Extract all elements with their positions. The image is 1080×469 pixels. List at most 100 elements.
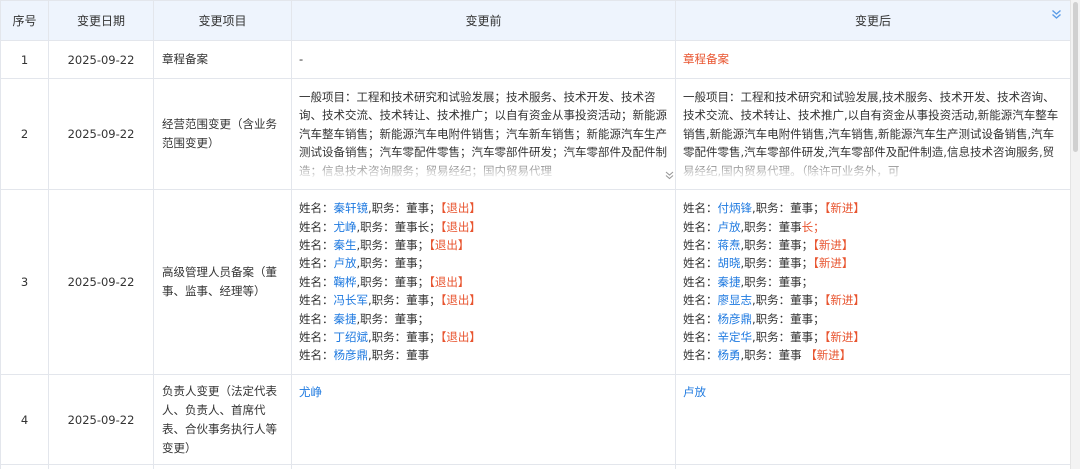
change-tag: 【新进】 bbox=[824, 330, 865, 345]
table-row: 2 2025-09-22 经营范围变更（含业务范围变更） 一般项目：工程和技术研… bbox=[0, 78, 1070, 190]
person-entry: 姓名：辛定华,职务：董事；【新进】 bbox=[683, 328, 1063, 346]
change-tag: 【退出】 bbox=[440, 330, 481, 345]
col-header-after: 变更后 bbox=[675, 0, 1070, 41]
person-role: ,职务：董事 bbox=[356, 237, 418, 252]
change-records-panel: 序号 变更日期 变更项目 变更前 变更后 1 2025-09-22 章程备案 -… bbox=[0, 0, 1070, 469]
person-role: ,职务：董事 bbox=[356, 311, 418, 326]
change-tag: 【新进】 bbox=[824, 201, 865, 216]
people-list-before: 姓名：秦轩镜,职务：董事；【退出】 姓名：尤峥,职务：董事长；【退出】 姓名：秦生,… bbox=[299, 199, 668, 365]
row-after: 一般项目：工程和技术研究和试验发展,技术服务、技术开发、技术咨询、技术交流、技术… bbox=[675, 78, 1070, 190]
person-name-link[interactable]: 丁绍斌 bbox=[334, 330, 369, 344]
person-prefix: 姓名： bbox=[683, 330, 718, 345]
row-index: 2 bbox=[0, 78, 49, 190]
person-role: ,职务：董事 bbox=[752, 330, 814, 345]
person-prefix: 姓名： bbox=[299, 311, 334, 326]
person-name-link[interactable]: 杨勇 bbox=[718, 348, 741, 362]
person-entry: 姓名：秦轩镜,职务：董事；【退出】 bbox=[299, 199, 668, 217]
col-header-before: 变更前 bbox=[291, 0, 676, 41]
table-row: 4 2025-09-22 负责人变更（法定代表人、负责人、首席代表、合伙事务执行… bbox=[0, 374, 1070, 465]
business-scope-after: 一般项目：工程和技术研究和试验发展,技术服务、技术开发、技术咨询、技术交流、技术… bbox=[683, 88, 1063, 180]
person-prefix: 姓名： bbox=[683, 219, 718, 234]
person-role: ,职务：董事 bbox=[368, 348, 430, 363]
person-name-link[interactable]: 辛定华 bbox=[718, 330, 753, 344]
person-entry: 姓名：尤峥,职务：董事长；【退出】 bbox=[299, 218, 668, 236]
person-name-link[interactable]: 卢放 bbox=[334, 256, 357, 270]
table-row bbox=[0, 464, 1070, 469]
person-prefix: 姓名： bbox=[299, 256, 334, 271]
person-name-link[interactable]: 卢放 bbox=[718, 220, 741, 234]
person-role: ,职务：董事 bbox=[740, 348, 802, 363]
person-separator: ； bbox=[801, 274, 814, 289]
person-separator: ； bbox=[813, 330, 825, 345]
person-name-link[interactable]: 冯长军 bbox=[334, 293, 369, 307]
row-before: 姓名：秦轩镜,职务：董事；【退出】 姓名：尤峥,职务：董事长；【退出】 姓名：秦生,… bbox=[291, 189, 676, 375]
row-after: 章程备案 bbox=[675, 40, 1070, 79]
person-name-link[interactable]: 蒋焘 bbox=[718, 238, 741, 252]
table-row: 1 2025-09-22 章程备案 - 章程备案 bbox=[0, 40, 1070, 79]
person-name-link[interactable]: 廖显志 bbox=[718, 293, 753, 307]
person-prefix: 姓名： bbox=[683, 256, 718, 271]
person-separator: ； bbox=[417, 237, 430, 252]
person-role: ,职务：董事 bbox=[752, 311, 814, 326]
person-separator: ； bbox=[429, 293, 441, 308]
col-header-after-label: 变更后 bbox=[854, 14, 891, 28]
row-index: 1 bbox=[0, 40, 49, 79]
person-entry: 姓名：卢放,职务：董事； bbox=[299, 254, 668, 272]
person-name-link[interactable]: 胡晓 bbox=[718, 256, 741, 270]
expand-more-icon[interactable] bbox=[665, 169, 674, 187]
scrollbar-thumb[interactable] bbox=[1073, 2, 1078, 152]
person-separator: ； bbox=[429, 201, 441, 216]
person-name-link[interactable]: 尤峥 bbox=[334, 220, 357, 234]
person-entry: 姓名：丁绍斌,职务：董事；【退出】 bbox=[299, 328, 668, 346]
person-link[interactable]: 尤峥 bbox=[299, 385, 322, 399]
row-date: 2025-09-22 bbox=[48, 40, 154, 79]
change-tag: 【新进】 bbox=[824, 293, 865, 308]
change-records-table: 序号 变更日期 变更项目 变更前 变更后 1 2025-09-22 章程备案 -… bbox=[0, 0, 1070, 469]
person-role: ,职务：董事 bbox=[356, 256, 418, 271]
row-before: 一般项目：工程和技术研究和试验发展；技术服务、技术开发、技术咨询、技术交流、技术… bbox=[291, 78, 676, 190]
person-role: ,职务：董事 bbox=[752, 201, 814, 216]
person-name-link[interactable]: 秦捷 bbox=[718, 275, 741, 289]
person-name-link[interactable]: 杨彦鼎 bbox=[718, 312, 753, 326]
change-tag: 【新进】 bbox=[813, 256, 854, 271]
person-role: ,职务：董事 bbox=[740, 237, 802, 252]
person-separator: ； bbox=[813, 311, 825, 326]
double-chevron-down-icon[interactable] bbox=[1051, 9, 1062, 23]
person-role: ,职务：董事 bbox=[368, 330, 430, 345]
person-name-link[interactable]: 鞠桦 bbox=[334, 275, 357, 289]
row-item: 高级管理人员备案（董事、监事、经理等） bbox=[153, 189, 292, 375]
business-scope-before: 一般项目：工程和技术研究和试验发展；技术服务、技术开发、技术咨询、技术交流、技术… bbox=[299, 88, 668, 180]
change-tag: 【退出】 bbox=[429, 274, 470, 289]
person-name-link[interactable]: 秦捷 bbox=[334, 312, 357, 326]
person-separator: ； bbox=[429, 219, 441, 234]
person-entry: 姓名：杨彦鼎,职务：董事； bbox=[683, 310, 1063, 328]
person-prefix: 姓名： bbox=[683, 293, 718, 308]
person-separator: ； bbox=[429, 330, 441, 345]
person-separator: ； bbox=[813, 293, 825, 308]
change-tag: 【退出】 bbox=[440, 219, 481, 234]
person-name-link[interactable]: 秦生 bbox=[334, 238, 357, 252]
row-after: 姓名：付炳锋,职务：董事；【新进】 姓名：卢放,职务：董事长； 姓名：蒋焘,职务：董… bbox=[675, 189, 1070, 375]
person-prefix: 姓名： bbox=[299, 348, 334, 363]
person-entry: 姓名：鞠桦,职务：董事；【退出】 bbox=[299, 273, 668, 291]
person-prefix: 姓名： bbox=[299, 219, 334, 234]
vertical-scrollbar[interactable] bbox=[1070, 0, 1080, 469]
person-role: ,职务：董事 bbox=[740, 219, 802, 234]
person-entry: 姓名：廖显志,职务：董事；【新进】 bbox=[683, 291, 1063, 309]
person-separator: ； bbox=[417, 311, 430, 326]
table-header-row: 序号 变更日期 变更项目 变更前 变更后 bbox=[0, 0, 1070, 41]
row-item: 经营范围变更（含业务范围变更） bbox=[153, 78, 292, 190]
person-name-link[interactable]: 秦轩镜 bbox=[334, 201, 369, 215]
person-name-link[interactable]: 杨彦鼎 bbox=[334, 348, 369, 362]
person-prefix: 姓名： bbox=[299, 330, 334, 345]
person-entry: 姓名：蒋焘,职务：董事；【新进】 bbox=[683, 236, 1063, 254]
person-name-link[interactable]: 付炳锋 bbox=[718, 201, 753, 215]
person-entry: 姓名：秦捷,职务：董事； bbox=[683, 273, 1063, 291]
person-entry: 姓名：冯长军,职务：董事；【退出】 bbox=[299, 291, 668, 309]
person-prefix: 姓名： bbox=[683, 274, 718, 289]
person-link[interactable]: 卢放 bbox=[683, 385, 706, 399]
person-entry: 姓名：秦捷,职务：董事； bbox=[299, 310, 668, 328]
row-index: 3 bbox=[0, 189, 49, 375]
row-item: 章程备案 bbox=[153, 40, 292, 79]
row-before: - bbox=[291, 40, 676, 79]
